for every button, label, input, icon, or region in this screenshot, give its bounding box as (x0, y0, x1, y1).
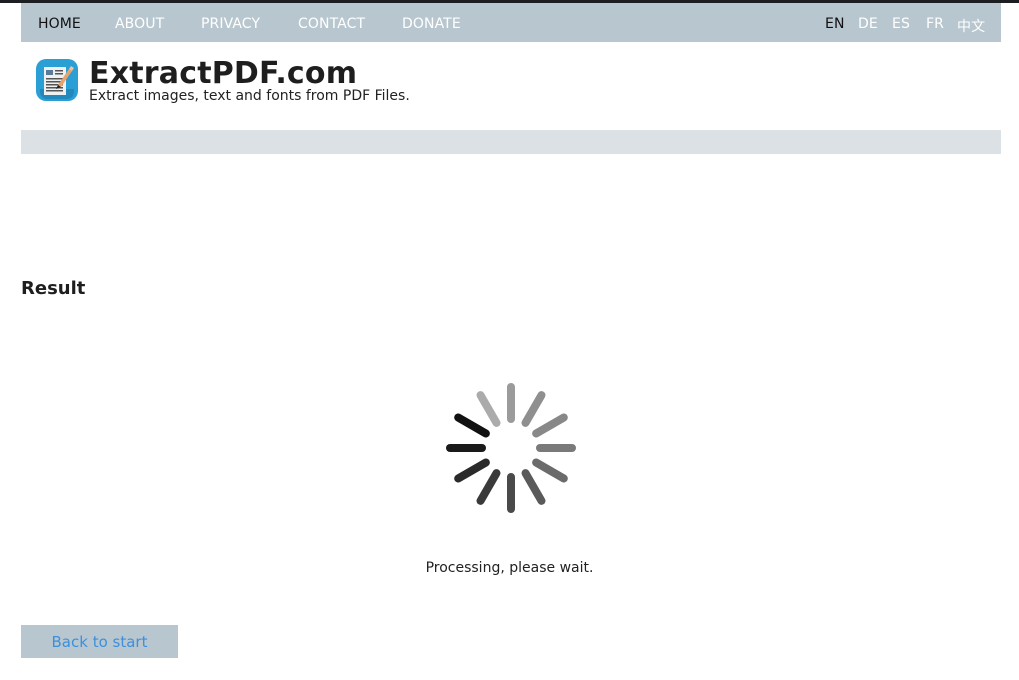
result-heading: Result (21, 278, 86, 299)
site-title[interactable]: ExtractPDF.com (89, 56, 357, 91)
processing-status: Processing, please wait. (425, 560, 594, 576)
spinner-spoke (521, 469, 546, 505)
nav-privacy[interactable]: PRIVACY (201, 16, 260, 32)
site-subtitle: Extract images, text and fonts from PDF … (89, 88, 410, 104)
nav-donate[interactable]: DONATE (402, 16, 461, 32)
lang-zh[interactable]: 中文 (957, 16, 985, 36)
lang-en[interactable]: EN (825, 16, 845, 32)
nav-about[interactable]: ABOUT (115, 16, 164, 32)
lang-es[interactable]: ES (892, 16, 910, 32)
spinner-spoke (532, 413, 568, 438)
spinner-spoke (476, 469, 501, 505)
lang-fr[interactable]: FR (926, 16, 944, 32)
spinner-spoke (446, 444, 486, 452)
spinner-spoke (536, 444, 576, 452)
pdf-document-pen-icon[interactable] (36, 59, 78, 101)
nav-contact[interactable]: CONTACT (298, 16, 365, 32)
loading-spinner-icon (445, 382, 577, 514)
spinner-spoke (476, 391, 501, 427)
top-nav: HOME ABOUT PRIVACY CONTACT DONATE EN DE … (21, 3, 1001, 42)
spinner-spoke (454, 413, 490, 438)
spinner-spoke (507, 473, 515, 513)
spinner-spoke (454, 458, 490, 483)
lang-de[interactable]: DE (858, 16, 878, 32)
back-to-start-button[interactable]: Back to start (21, 625, 178, 658)
spinner-spoke (521, 391, 546, 427)
section-divider-band (21, 130, 1001, 154)
spinner-spoke (507, 383, 515, 423)
nav-home[interactable]: HOME (38, 16, 81, 32)
spinner-spoke (532, 458, 568, 483)
